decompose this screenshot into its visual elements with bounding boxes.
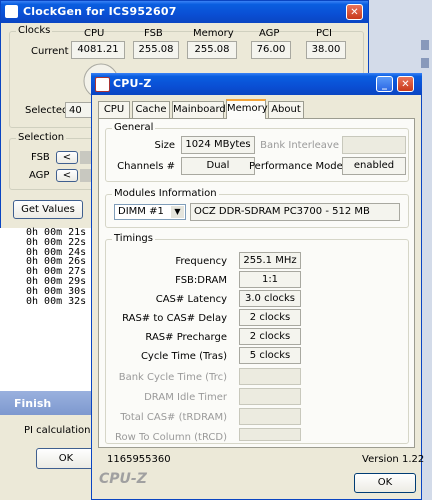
selected-label: Selected [25, 105, 69, 116]
ras-precharge-label: RAS# Precharge [145, 332, 227, 343]
cpuz-window: CPU-Z _ ✕ CPU Cache Mainboard Memory Abo… [91, 73, 425, 500]
ras-precharge-field: 2 clocks [239, 328, 301, 345]
col-cpu: CPU [84, 28, 105, 39]
channels-label: Channels # [117, 161, 175, 172]
finish-title: Finish [14, 397, 52, 410]
dimm-select-value: DIMM #1 [118, 206, 164, 217]
col-memory: Memory [193, 28, 234, 39]
cpuz-brand-logo: CPU-Z [99, 471, 147, 487]
fsb-dram-label: FSB:DRAM [175, 275, 227, 286]
size-label: Size [154, 140, 175, 151]
dram-idle-timer-label: DRAM Idle Timer [144, 392, 227, 403]
total-cas-field [239, 408, 301, 425]
selection-group: Selection [9, 132, 95, 190]
current-fsb-field: 255.08 [133, 41, 179, 59]
bank-interleave-label: Bank Interleave [260, 140, 339, 151]
performance-mode-field: enabled [342, 157, 406, 175]
agp-decrease-button[interactable]: < [56, 169, 78, 182]
general-legend: General [112, 122, 156, 133]
fsb-label: FSB [31, 152, 50, 163]
tab-cache[interactable]: Cache [132, 101, 170, 118]
memory-panel: General Size 1024 MBytes Bank Interleave… [98, 118, 415, 448]
selected-cpu-field: 40 [65, 102, 93, 118]
desktop-file-icon[interactable] [421, 58, 429, 68]
finish-ok-button[interactable]: OK [36, 448, 96, 469]
current-agp-field: 76.00 [251, 41, 291, 59]
cas-latency-label: CAS# Latency [155, 294, 227, 305]
bank-cycle-time-field [239, 368, 301, 385]
current-memory-field: 255.08 [187, 41, 237, 59]
tab-mainboard[interactable]: Mainboard [172, 101, 226, 118]
channels-field: Dual [181, 157, 255, 175]
col-agp: AGP [259, 28, 280, 39]
modules-legend: Modules Information [112, 188, 219, 199]
current-label: Current [31, 46, 69, 57]
chevron-down-icon[interactable]: ▼ [171, 206, 184, 218]
bank-cycle-time-label: Bank Cycle Time (Trc) [118, 372, 227, 383]
clockgen-title: ClockGen for ICS952607 [23, 5, 177, 18]
col-fsb: FSB [144, 28, 163, 39]
module-description-field: OCZ DDR-SDRAM PC3700 - 512 MB [190, 203, 400, 221]
cpuz-titlebar[interactable]: CPU-Z _ ✕ [91, 73, 422, 95]
selection-legend: Selection [16, 132, 67, 143]
frequency-label: Frequency [175, 256, 227, 267]
console-line: 0h 00m 32s [26, 295, 87, 307]
clocks-legend: Clocks [16, 25, 53, 36]
fsb-dram-field: 1:1 [239, 271, 301, 288]
col-pci: PCI [316, 28, 332, 39]
frequency-field: 255.1 MHz [239, 252, 301, 269]
cpuz-title: CPU-Z [113, 77, 152, 90]
finish-dialog: Finish PI calculation is c OK [0, 391, 110, 500]
console-output: 0h 00m 21s 0h 00m 22s 0h 00m 24s 0h 00m … [0, 228, 95, 398]
status-id: 1165955360 [107, 454, 171, 465]
version-label: Version 1.22 [362, 454, 425, 465]
minimize-icon[interactable]: _ [376, 76, 393, 92]
fsb-decrease-button[interactable]: < [56, 151, 78, 164]
clockgen-titlebar[interactable]: ClockGen for ICS952607 ✕ [1, 1, 368, 23]
tab-memory[interactable]: Memory [226, 99, 268, 119]
cycle-time-label: Cycle Time (Tras) [140, 351, 227, 362]
ras-cas-delay-field: 2 clocks [239, 309, 301, 326]
row-to-column-label: Row To Column (tRCD) [114, 432, 227, 443]
timings-legend: Timings [112, 233, 155, 244]
total-cas-label: Total CAS# (tRDRAM) [120, 412, 227, 423]
cycle-time-field: 5 clocks [239, 347, 301, 364]
finish-titlebar[interactable]: Finish [0, 391, 95, 415]
size-field: 1024 MBytes [181, 136, 255, 154]
ras-cas-delay-label: RAS# to CAS# Delay [122, 313, 227, 324]
current-cpu-field: 4081.21 [71, 41, 125, 59]
get-values-button[interactable]: Get Values [13, 200, 83, 219]
ok-button[interactable]: OK [354, 473, 416, 493]
cpuz-app-icon [95, 77, 110, 92]
dram-idle-timer-field [239, 388, 301, 405]
close-icon[interactable]: ✕ [346, 4, 363, 20]
close-icon[interactable]: ✕ [397, 76, 414, 92]
cas-latency-field: 3.0 clocks [239, 290, 301, 307]
dimm-select[interactable]: DIMM #1 ▼ [114, 204, 186, 220]
bank-interleave-field [342, 136, 406, 154]
desktop-file-icon[interactable] [421, 40, 429, 50]
performance-mode-label: Performance Mode [249, 161, 343, 172]
tab-about[interactable]: About [268, 101, 304, 118]
tab-cpu[interactable]: CPU [98, 101, 130, 118]
clockgen-app-icon [5, 5, 18, 18]
row-to-column-field [239, 428, 301, 441]
current-pci-field: 38.00 [306, 41, 346, 59]
agp-label: AGP [29, 170, 50, 181]
